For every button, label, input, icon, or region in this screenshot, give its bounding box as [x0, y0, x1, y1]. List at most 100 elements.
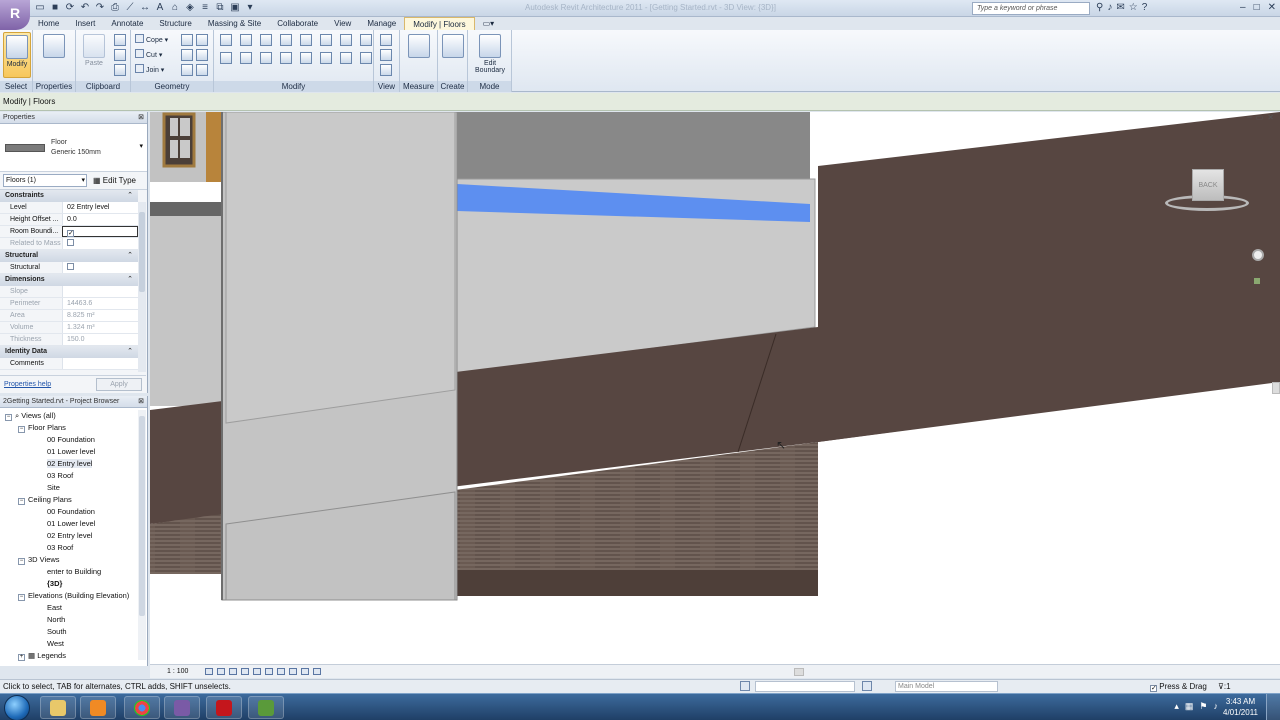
- tree-item-view[interactable]: 00 Foundation: [0, 434, 147, 446]
- sync-icon[interactable]: ⟳: [64, 2, 76, 14]
- unlock-view-icon[interactable]: [289, 668, 297, 675]
- tree-item-view[interactable]: 01 Lower level: [0, 446, 147, 458]
- browser-scrollbar[interactable]: [138, 410, 146, 660]
- tab-collaborate[interactable]: Collaborate: [269, 17, 326, 30]
- edit-type-button[interactable]: ▦ Edit Type: [93, 176, 136, 185]
- modify-button[interactable]: Modify: [3, 32, 31, 78]
- tree-item-view[interactable]: 00 Foundation: [0, 506, 147, 518]
- volume-icon[interactable]: ♪: [1214, 701, 1219, 712]
- tree-item-view[interactable]: 03 Roof: [0, 470, 147, 482]
- taskbar-media[interactable]: [80, 696, 116, 719]
- selection-filter[interactable]: ⊽:1: [1218, 680, 1231, 693]
- subscription-icon[interactable]: ♪: [1107, 2, 1112, 14]
- design-options-icon[interactable]: [862, 681, 872, 691]
- redo-icon[interactable]: ↷: [94, 2, 106, 14]
- switch-windows-icon[interactable]: ▣: [229, 2, 241, 14]
- paint-icon[interactable]: [196, 34, 208, 46]
- qat-dropdown-icon[interactable]: ▾: [244, 2, 256, 14]
- restore-view-icon[interactable]: ▭: [1256, 113, 1264, 122]
- reveal-hidden-icon[interactable]: [313, 668, 321, 675]
- minimize-icon[interactable]: –: [1240, 2, 1246, 14]
- temporary-hide-icon[interactable]: [301, 668, 309, 675]
- cope-button[interactable]: Cope ▾: [135, 34, 168, 46]
- tree-item-view[interactable]: 03 Roof: [0, 542, 147, 554]
- paste-button[interactable]: Paste: [80, 32, 108, 78]
- close-hidden-icon[interactable]: ⧉: [214, 2, 226, 14]
- show-crop-icon[interactable]: [277, 668, 285, 675]
- cut-geometry-button[interactable]: Cut ▾: [135, 49, 162, 61]
- tab-structure[interactable]: Structure: [151, 17, 199, 30]
- tab-home[interactable]: Home: [30, 17, 67, 30]
- tree-item-view[interactable]: 02 Entry level: [0, 530, 147, 542]
- edit-boundary-button[interactable]: Edit Boundary: [474, 32, 506, 78]
- instance-filter-dropdown[interactable]: Floors (1) ▾: [3, 174, 87, 187]
- minimize-view-icon[interactable]: –: [1247, 113, 1251, 122]
- search-input[interactable]: Type a keyword or phrase: [972, 2, 1090, 15]
- tree-node-elevations[interactable]: − Elevations (Building Elevation): [0, 590, 147, 602]
- join-button[interactable]: Join ▾: [135, 64, 164, 76]
- viewcube-face[interactable]: BACK: [1192, 169, 1224, 201]
- maximize-icon[interactable]: □: [1254, 2, 1260, 14]
- chevron-down-icon[interactable]: ▾: [139, 142, 143, 150]
- tree-item-view[interactable]: South: [0, 626, 147, 638]
- split-gap-icon[interactable]: [340, 52, 352, 64]
- tree-node-ceiling-plans[interactable]: − Ceiling Plans: [0, 494, 147, 506]
- offset-icon[interactable]: [240, 34, 252, 46]
- property-row[interactable]: Height Offset ... 0.0: [0, 214, 138, 226]
- copy-element-icon[interactable]: [240, 52, 252, 64]
- print-icon[interactable]: ⎙: [109, 2, 121, 14]
- taskbar-explorer[interactable]: [40, 696, 76, 719]
- vertical-scrollbar[interactable]: [1272, 382, 1280, 394]
- unpin-icon[interactable]: [320, 52, 332, 64]
- property-row[interactable]: Comments: [0, 358, 138, 370]
- worksets-icon[interactable]: [740, 681, 750, 691]
- tree-item-view[interactable]: Site: [0, 482, 147, 494]
- split-face-icon[interactable]: [181, 34, 193, 46]
- visual-style-icon[interactable]: [217, 668, 225, 675]
- tree-item-view[interactable]: 02 Entry level: [0, 458, 147, 470]
- measure-button[interactable]: [405, 32, 433, 78]
- viewcube[interactable]: BACK: [1165, 167, 1249, 217]
- hide-in-view-icon[interactable]: [380, 34, 392, 46]
- taskbar-revit[interactable]: [164, 696, 200, 719]
- group-dimensions[interactable]: Dimensions ⌃: [0, 274, 138, 286]
- move-icon[interactable]: [220, 52, 232, 64]
- close-palette-icon[interactable]: ⊠: [138, 396, 144, 408]
- close-view-icon[interactable]: ✕: [1267, 113, 1274, 122]
- taskbar-acrobat[interactable]: [206, 696, 242, 719]
- close-palette-icon[interactable]: ⊠: [138, 112, 144, 124]
- rotate-icon[interactable]: [260, 52, 272, 64]
- communication-icon[interactable]: ✉: [1116, 2, 1124, 14]
- press-drag-toggle[interactable]: ✓ Press & Drag: [1150, 680, 1207, 693]
- tree-item-view[interactable]: 01 Lower level: [0, 518, 147, 530]
- thin-lines-icon[interactable]: ≡: [199, 2, 211, 14]
- tab-massing-site[interactable]: Massing & Site: [200, 17, 269, 30]
- structural-checkbox[interactable]: [67, 263, 74, 270]
- start-button[interactable]: [4, 695, 30, 720]
- trim-extend-icon[interactable]: [280, 52, 292, 64]
- create-group-button[interactable]: [439, 32, 467, 78]
- linework-icon[interactable]: [380, 64, 392, 76]
- delete-icon[interactable]: [360, 52, 372, 64]
- crop-view-icon[interactable]: [265, 668, 273, 675]
- tree-item-view[interactable]: {3D}: [0, 578, 147, 590]
- demolish-icon[interactable]: [196, 49, 208, 61]
- tab-insert[interactable]: Insert: [67, 17, 103, 30]
- dimension-icon[interactable]: ↔: [139, 2, 151, 14]
- tree-item-view[interactable]: West: [0, 638, 147, 650]
- tab-view[interactable]: View: [326, 17, 359, 30]
- override-graphics-icon[interactable]: [380, 49, 392, 61]
- trim-icon[interactable]: [320, 34, 332, 46]
- wall-joins-icon[interactable]: [181, 49, 193, 61]
- properties-help-link[interactable]: Properties help: [4, 381, 51, 388]
- close-icon[interactable]: ✕: [1268, 2, 1276, 14]
- tab-annotate[interactable]: Annotate: [103, 17, 151, 30]
- property-row[interactable]: Structural: [0, 262, 138, 274]
- remove-paint-icon[interactable]: [181, 64, 193, 76]
- property-row[interactable]: Room Boundi... ✓: [0, 226, 138, 238]
- split-icon[interactable]: [300, 34, 312, 46]
- array-icon[interactable]: [340, 34, 352, 46]
- tab-manage[interactable]: Manage: [359, 17, 404, 30]
- group-structural[interactable]: Structural ⌃: [0, 250, 138, 262]
- rendering-icon[interactable]: [253, 668, 261, 675]
